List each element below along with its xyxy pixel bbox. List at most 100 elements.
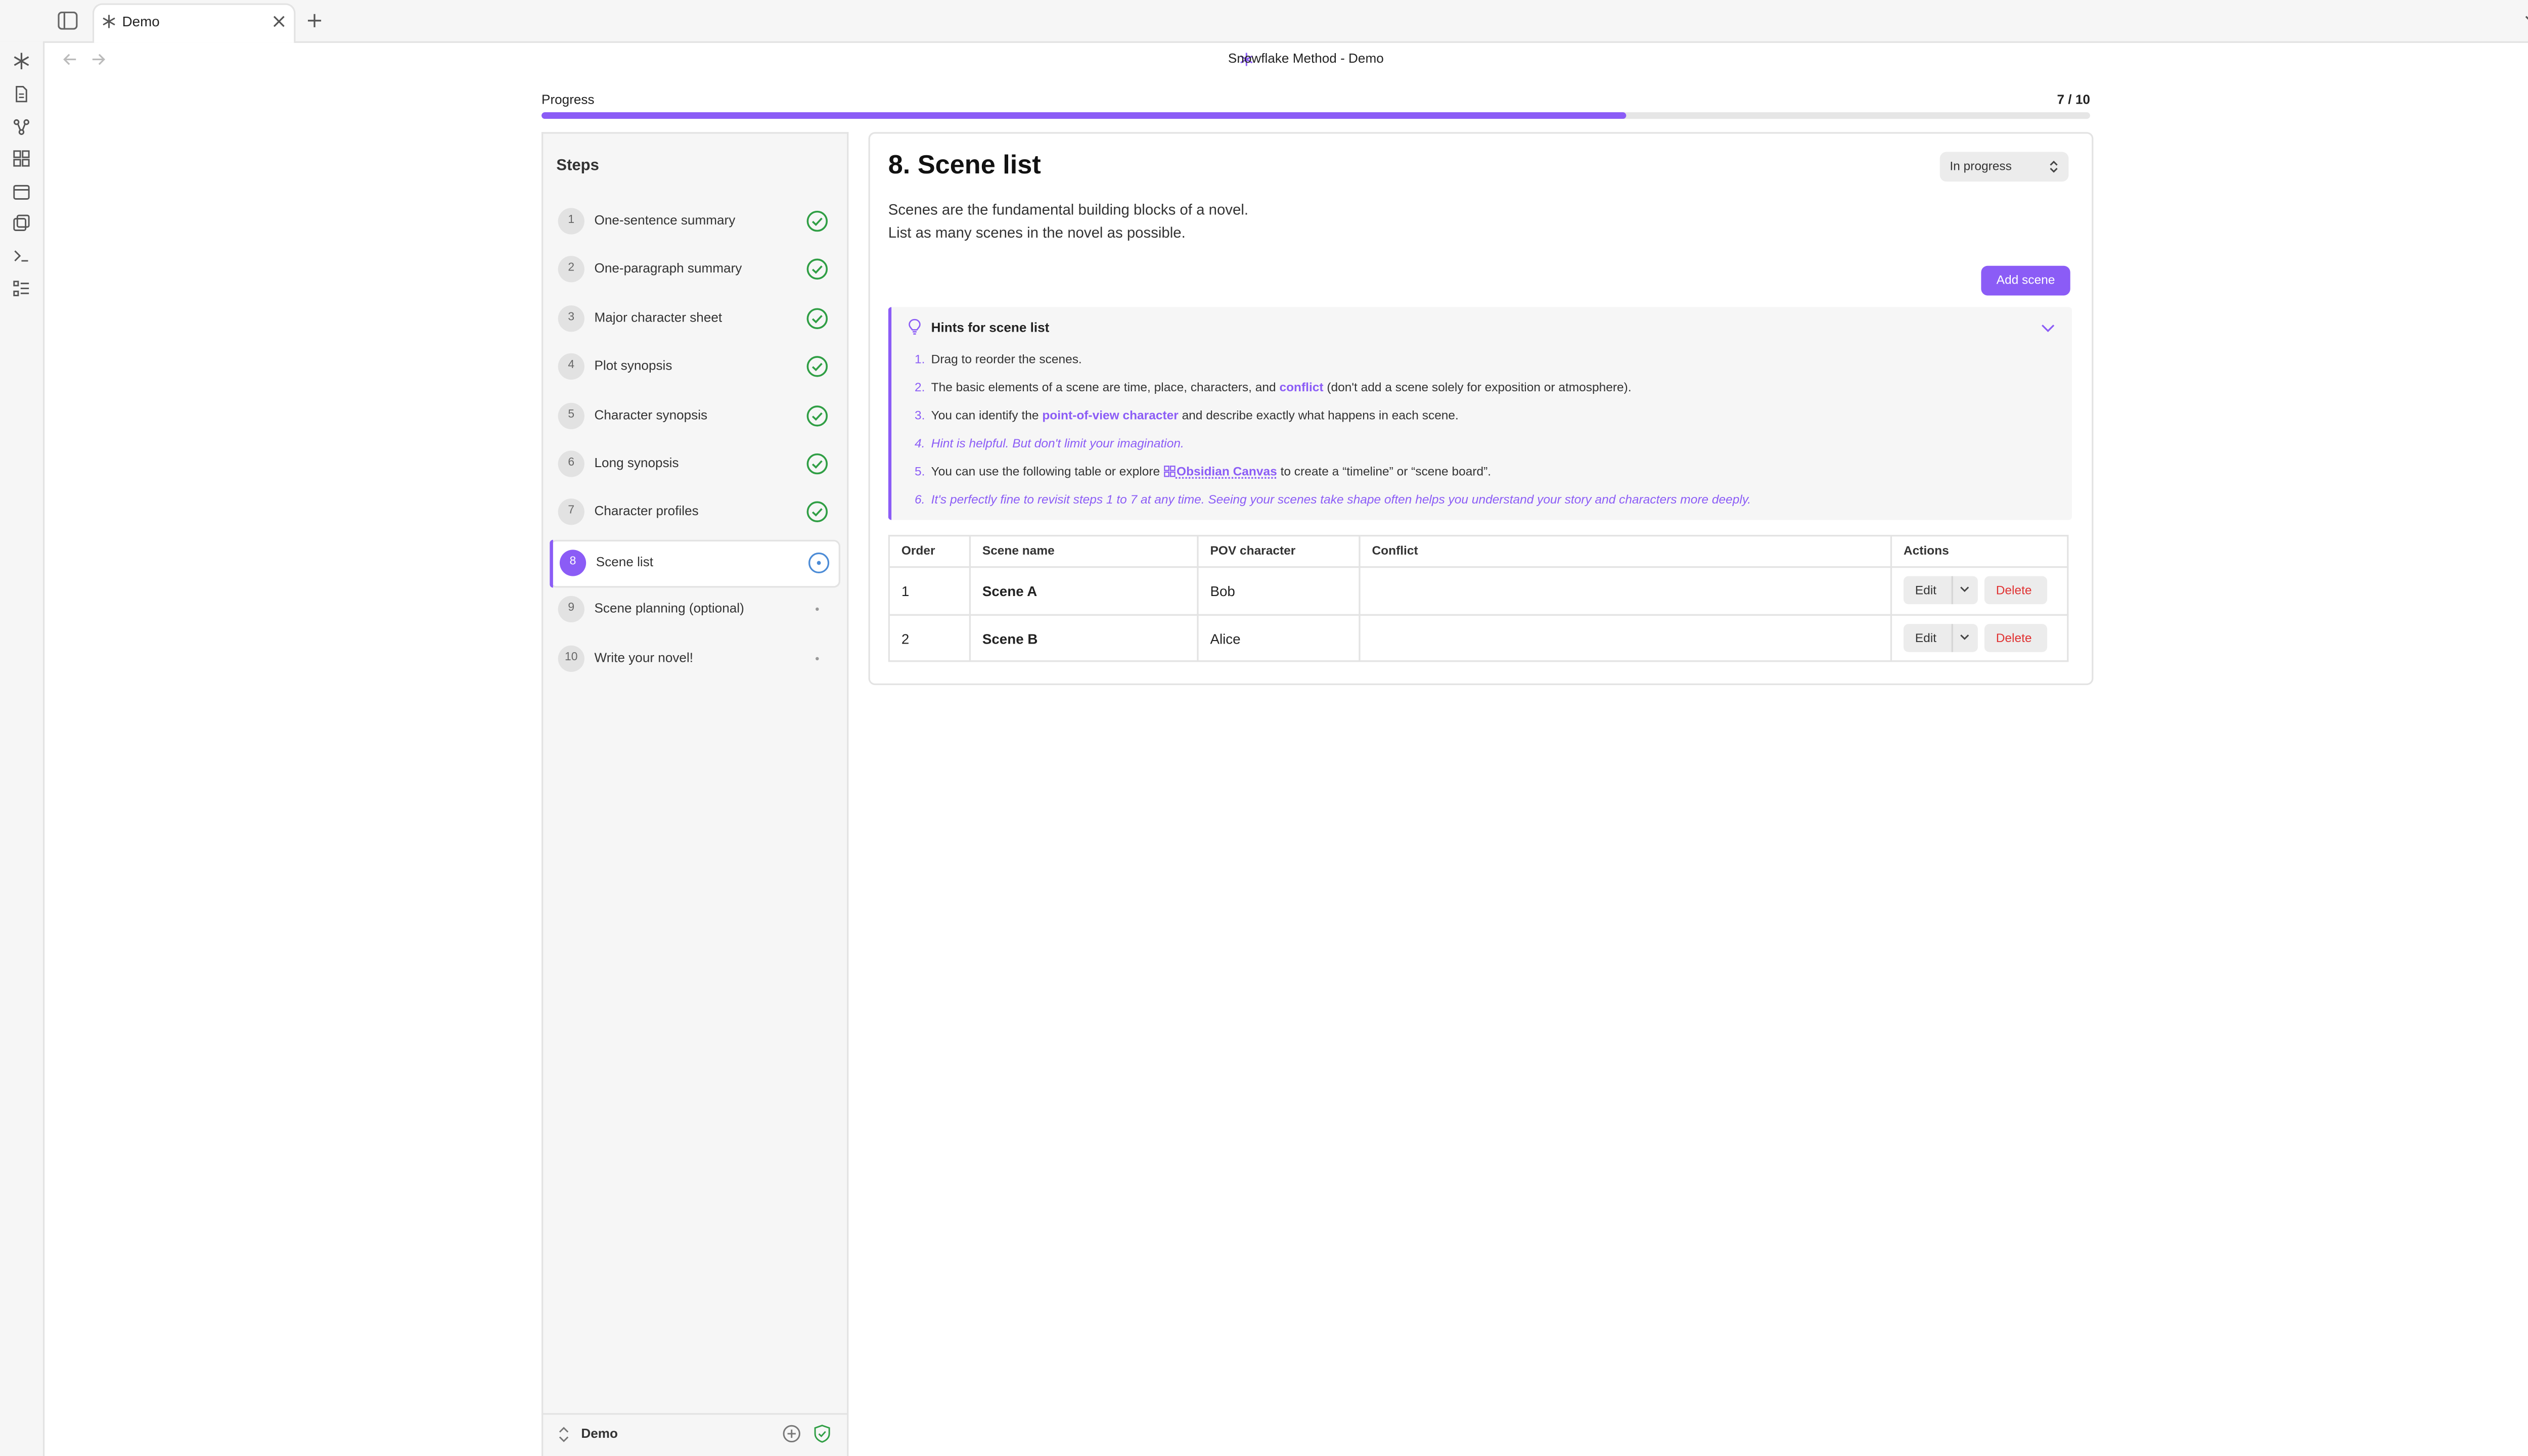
shield-check-icon[interactable]: [814, 1425, 831, 1443]
vault-name[interactable]: Demo: [581, 1426, 618, 1441]
step-number: 4: [558, 353, 584, 380]
add-scene-button[interactable]: Add scene: [1981, 265, 2070, 296]
vault-switcher-icon[interactable]: [558, 1426, 570, 1443]
progress-count: 7 / 10: [2057, 92, 2090, 108]
list-icon[interactable]: [13, 281, 30, 297]
pov-character-link[interactable]: point-of-view character: [1042, 408, 1178, 423]
step-label: Scene list: [596, 554, 654, 569]
table-divider: [969, 534, 971, 662]
canvas-link-icon: [1163, 465, 1175, 477]
delete-button[interactable]: Delete: [1984, 624, 2047, 652]
hint-number: 5.: [914, 464, 925, 479]
sidebar-toggle-icon[interactable]: [58, 11, 78, 30]
hint-text: and describe exactly what happens in eac…: [1178, 407, 1459, 423]
chevron-down-icon[interactable]: [1960, 586, 1970, 593]
step-label: Character synopsis: [594, 407, 708, 422]
tab-list-chevron-icon[interactable]: [2524, 15, 2528, 25]
step-number: 8: [559, 549, 586, 576]
conflict-link[interactable]: conflict: [1279, 380, 1323, 394]
hint-text: Hint is helpful. But don't limit your im…: [931, 436, 1184, 451]
hints-title: Hints for scene list: [931, 320, 1050, 335]
obsidian-canvas-link[interactable]: Obsidian Canvas: [1177, 464, 1277, 479]
check-circle-icon: [805, 452, 829, 476]
window-title: Snowflake Method - Demo: [1228, 51, 1384, 66]
step-item[interactable]: 1 One-sentence summary: [550, 200, 837, 244]
collapse-chevron-icon[interactable]: [2041, 324, 2055, 334]
new-tab-icon[interactable]: [307, 13, 322, 28]
step-label: One-paragraph summary: [594, 261, 742, 277]
help-icon[interactable]: [783, 1425, 801, 1443]
hint-item: 1. Drag to reorder the scenes.: [915, 352, 1082, 367]
step-item[interactable]: 3 Major character sheet: [550, 297, 837, 341]
progress-bar-fill: [541, 112, 1626, 119]
delete-label: Delete: [1996, 582, 2032, 598]
steps-heading: Steps: [556, 157, 599, 175]
step-number: 2: [558, 256, 584, 283]
calendar-icon[interactable]: [13, 183, 30, 200]
status-select-value: In progress: [1950, 158, 2012, 173]
edit-label: Edit: [1915, 582, 1936, 598]
scene-name-cell[interactable]: Scene A: [982, 583, 1037, 600]
copy-icon[interactable]: [13, 214, 30, 231]
lightbulb-icon: [908, 318, 921, 335]
hint-item: 4. Hint is helpful. But don't limit your …: [915, 436, 1184, 450]
delete-button[interactable]: Delete: [1984, 576, 2047, 605]
edit-label: Edit: [1915, 630, 1936, 646]
delete-label: Delete: [1996, 630, 2032, 646]
status-select[interactable]: In progress: [1939, 152, 2069, 182]
step-item[interactable]: 7 Character profiles: [550, 491, 837, 535]
chevron-down-icon[interactable]: [1960, 634, 1970, 641]
scene-name-cell[interactable]: Scene B: [982, 630, 1038, 647]
table-divider: [1359, 534, 1361, 662]
file-icon[interactable]: [13, 85, 30, 103]
tab-bar: [0, 0, 2528, 43]
step-item[interactable]: 5 Character synopsis: [550, 394, 837, 438]
order-cell: 1: [901, 582, 910, 600]
description-line: Scenes are the fundamental building bloc…: [888, 201, 1249, 218]
progress-bar: [541, 112, 2090, 119]
description-line: List as many scenes in the novel as poss…: [888, 224, 1186, 241]
step-item[interactable]: 8 Scene list: [550, 539, 841, 587]
check-circle-icon: [805, 258, 829, 282]
terminal-icon[interactable]: [13, 248, 30, 264]
hint-item: 5. You can use the following table or exp…: [915, 464, 1491, 479]
pending-dot-icon: [805, 647, 829, 670]
step-item[interactable]: 2 One-paragraph summary: [550, 248, 837, 293]
check-circle-icon: [805, 307, 829, 330]
edit-button[interactable]: Edit: [1903, 576, 1978, 605]
hint-text: You can use the following table or explo…: [931, 464, 1163, 479]
step-label: Scene planning (optional): [594, 601, 744, 616]
hint-item: 3. You can identify the point-of-view cha…: [915, 408, 1459, 423]
close-tab-icon[interactable]: [273, 15, 286, 28]
order-cell: 2: [901, 630, 910, 647]
step-item[interactable]: 9 Scene planning (optional): [550, 588, 837, 632]
canvas-icon[interactable]: [13, 150, 30, 167]
step-label: Long synopsis: [594, 456, 679, 471]
hint-item: 6. It's perfectly fine to revisit steps 1…: [915, 492, 1751, 507]
step-number: 7: [558, 499, 584, 526]
progress-label: Progress: [541, 92, 595, 108]
step-label: Write your novel!: [594, 650, 694, 665]
check-circle-icon: [805, 355, 829, 379]
step-item[interactable]: 10 Write your novel!: [550, 636, 837, 681]
table-divider: [889, 566, 2069, 568]
split-divider: [1951, 576, 1953, 605]
step-item[interactable]: 4 Plot synopsis: [550, 345, 837, 390]
page-title: 8. Scene list: [888, 152, 1041, 180]
column-header-actions: Actions: [1903, 543, 1949, 558]
hint-number: 4.: [914, 436, 925, 451]
graph-icon[interactable]: [13, 119, 30, 135]
edit-button[interactable]: Edit: [1903, 624, 1978, 652]
step-item[interactable]: 6 Long synopsis: [550, 442, 837, 487]
check-circle-icon: [805, 404, 829, 427]
step-number: 5: [558, 402, 584, 429]
hint-text: You can identify the: [931, 407, 1043, 423]
hint-text: Drag to reorder the scenes.: [931, 351, 1082, 367]
hint-number: 2.: [914, 380, 925, 395]
step-label: One-sentence summary: [594, 213, 736, 228]
column-header-conflict: Conflict: [1372, 543, 1418, 558]
check-circle-icon: [805, 210, 829, 233]
step-number: 9: [558, 596, 584, 623]
snowflake-icon: [102, 15, 115, 28]
column-header-order: Order: [901, 543, 935, 558]
